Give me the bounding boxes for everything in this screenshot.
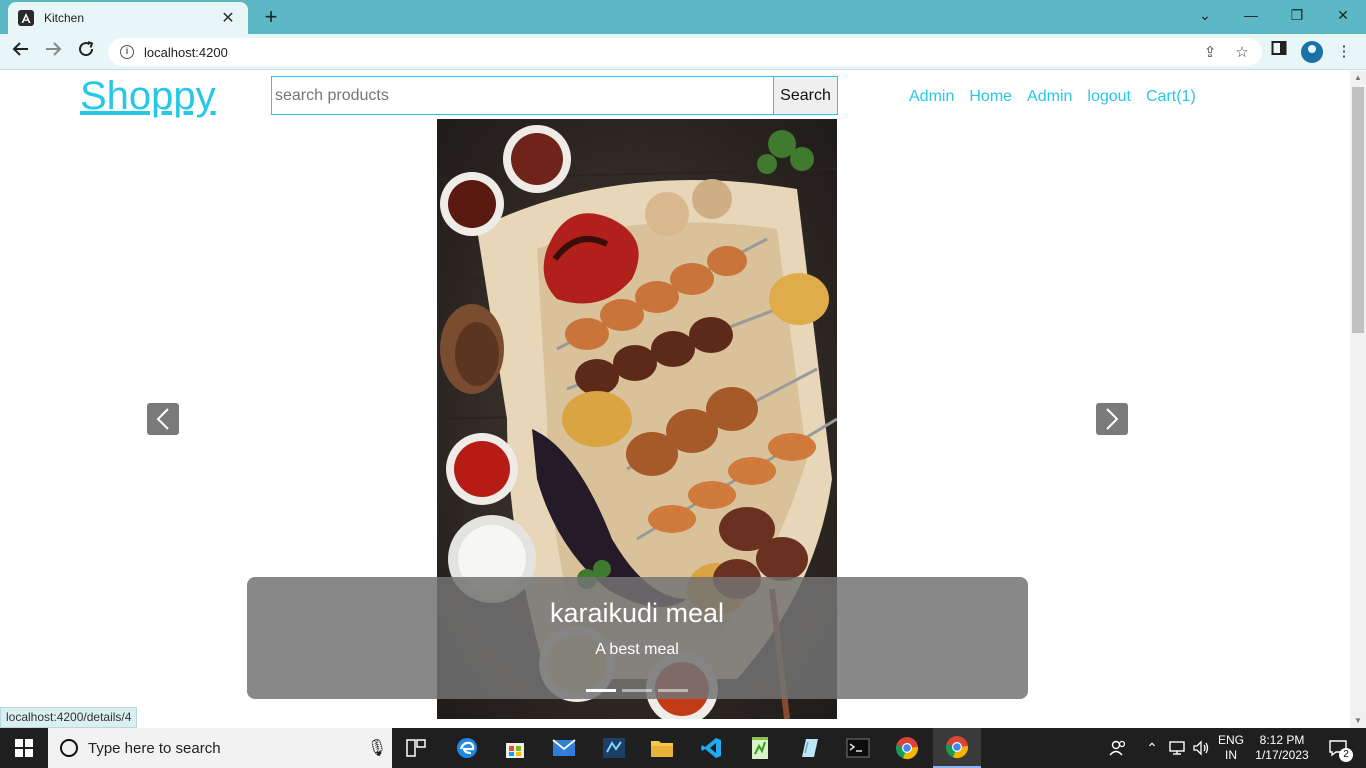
chrome-active-icon[interactable]: [933, 728, 981, 768]
task-view-icon[interactable]: [392, 728, 440, 768]
search-bar: Search: [271, 76, 838, 115]
tab-close-icon[interactable]: ✕: [218, 8, 238, 28]
carousel-next-button[interactable]: [1096, 403, 1128, 435]
notepadpp-icon[interactable]: [736, 728, 784, 768]
restore-button[interactable]: ❐: [1274, 0, 1320, 32]
tab-search-dropdown-icon[interactable]: ⌄: [1182, 0, 1228, 32]
edge-icon[interactable]: [443, 728, 491, 768]
desktop-app-icon[interactable]: [785, 728, 833, 768]
azure-data-studio-icon[interactable]: [590, 728, 638, 768]
carousel-caption-subtitle: A best meal: [595, 641, 679, 658]
carousel-indicator-3[interactable]: [658, 689, 688, 692]
carousel-caption-title: karaikudi meal: [549, 598, 725, 628]
network-icon[interactable]: [1166, 728, 1188, 768]
forward-arrow-icon[interactable]: [40, 39, 66, 65]
scroll-thumb[interactable]: [1352, 87, 1364, 333]
reload-icon[interactable]: [73, 39, 99, 65]
browser-tab[interactable]: Kitchen ✕: [8, 2, 248, 34]
link-status-bubble: localhost:4200/details/4: [0, 707, 138, 728]
profile-avatar-icon[interactable]: [1301, 41, 1323, 63]
mail-icon[interactable]: [540, 728, 588, 768]
windows-taskbar: Type here to search 🎙 ⌃ ENG IN 8:12 PM 1…: [0, 728, 1366, 768]
show-hidden-icons-chevron-icon[interactable]: ⌃: [1142, 728, 1162, 768]
carousel-prev-button[interactable]: [147, 403, 179, 435]
main-nav: Admin Home Admin logout Cart(1): [909, 88, 1196, 106]
notification-count-badge: 2: [1339, 748, 1353, 762]
menu-kebab-icon[interactable]: ⋮: [1332, 40, 1356, 64]
nav-admin-link[interactable]: Admin: [909, 88, 954, 106]
minimize-button[interactable]: —: [1228, 0, 1274, 32]
people-icon[interactable]: [1104, 728, 1132, 768]
site-info-icon[interactable]: i: [120, 45, 134, 59]
terminal-icon[interactable]: [834, 728, 882, 768]
taskbar-search-box[interactable]: Type here to search 🎙: [48, 728, 392, 768]
clock-date: 1/17/2023: [1255, 748, 1309, 762]
language-code: ENG: [1217, 733, 1244, 747]
clock-time: 8:12 PM: [1259, 733, 1305, 747]
nav-home-link[interactable]: Home: [969, 88, 1012, 106]
side-panel-icon[interactable]: [1267, 40, 1291, 64]
scroll-down-icon[interactable]: ▼: [1350, 714, 1366, 728]
page-viewport: Shoppy Search Admin Home Admin logout Ca…: [0, 71, 1350, 728]
chrome-icon[interactable]: [883, 728, 931, 768]
browser-tab-strip: Kitchen ✕ + ⌄ — ❐ ✕: [0, 0, 1366, 34]
region-code: IN: [1225, 748, 1237, 762]
address-bar[interactable]: i localhost:4200 ⇪ ☆: [108, 38, 1262, 66]
nav-logout-link[interactable]: logout: [1087, 88, 1131, 106]
clock[interactable]: 8:12 PM 1/17/2023: [1250, 728, 1314, 768]
carousel-indicator-1[interactable]: [586, 689, 616, 692]
carousel-caption: [247, 577, 1028, 699]
nav-admin-link-2[interactable]: Admin: [1027, 88, 1072, 106]
share-icon[interactable]: ⇪: [1198, 43, 1222, 61]
bookmark-star-icon[interactable]: ☆: [1230, 43, 1254, 61]
notification-center-icon[interactable]: 2: [1318, 728, 1358, 768]
file-explorer-icon[interactable]: [638, 728, 686, 768]
new-tab-button[interactable]: +: [258, 4, 284, 30]
shoppy-logo-link[interactable]: Shoppy: [80, 74, 216, 119]
back-arrow-icon[interactable]: [8, 39, 34, 65]
search-input[interactable]: [272, 77, 773, 114]
vscode-icon[interactable]: [687, 728, 735, 768]
scroll-up-icon[interactable]: ▲: [1350, 71, 1366, 85]
microsoft-store-icon[interactable]: [491, 728, 539, 768]
windows-start-icon[interactable]: [0, 728, 48, 768]
microphone-icon[interactable]: 🎙: [362, 738, 392, 758]
volume-icon[interactable]: [1190, 728, 1212, 768]
carousel-indicator-2[interactable]: [622, 689, 652, 692]
nav-cart-link[interactable]: Cart(1): [1146, 88, 1196, 106]
address-url[interactable]: localhost:4200: [144, 45, 1198, 60]
carousel-indicators: [586, 689, 688, 692]
page-scrollbar[interactable]: ▲ ▼: [1350, 71, 1366, 728]
taskbar-search-placeholder: Type here to search: [88, 739, 221, 757]
tab-title: Kitchen: [44, 11, 85, 25]
browser-toolbar: i localhost:4200 ⇪ ☆ ⋮: [0, 34, 1366, 70]
close-window-button[interactable]: ✕: [1320, 0, 1366, 32]
angular-favicon-icon: [18, 10, 34, 26]
search-button[interactable]: Search: [773, 77, 837, 114]
cortana-icon: [60, 739, 78, 757]
language-indicator[interactable]: ENG IN: [1214, 728, 1248, 768]
